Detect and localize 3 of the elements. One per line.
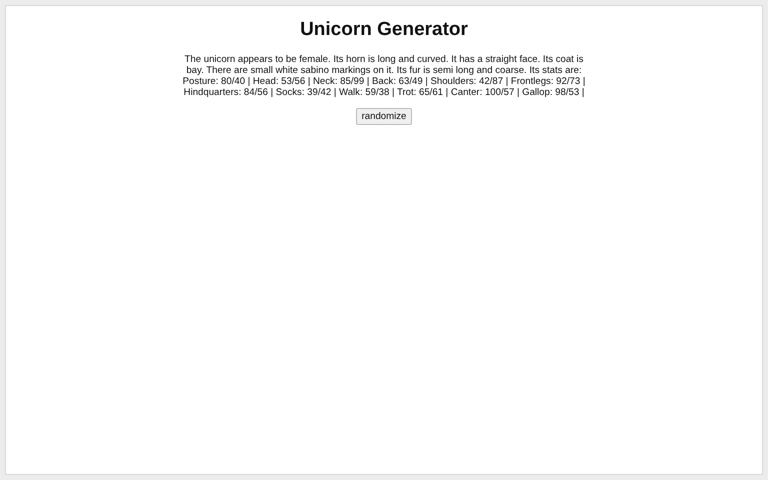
page-title: Unicorn Generator	[300, 19, 468, 41]
randomize-button[interactable]: randomize	[356, 108, 412, 125]
unicorn-description: The unicorn appears to be female. Its horn is long and curved. It has a straight face. Its coat is bay. There are small white sabino markings on it. Its fur is semi long and coarse. Its stats are: Posture: 80/40 | Head: 53/56 | Neck: 85/99 | Back: 63/49 | Shoulders: 42/87 | Frontlegs: 92/73 | Hindquarters: 84/56 | Socks: 39/42 | Walk: 59/38 | Trot: 65/61 | Canter: 100/57 | Gallop: 98/53 |	[182, 54, 586, 98]
